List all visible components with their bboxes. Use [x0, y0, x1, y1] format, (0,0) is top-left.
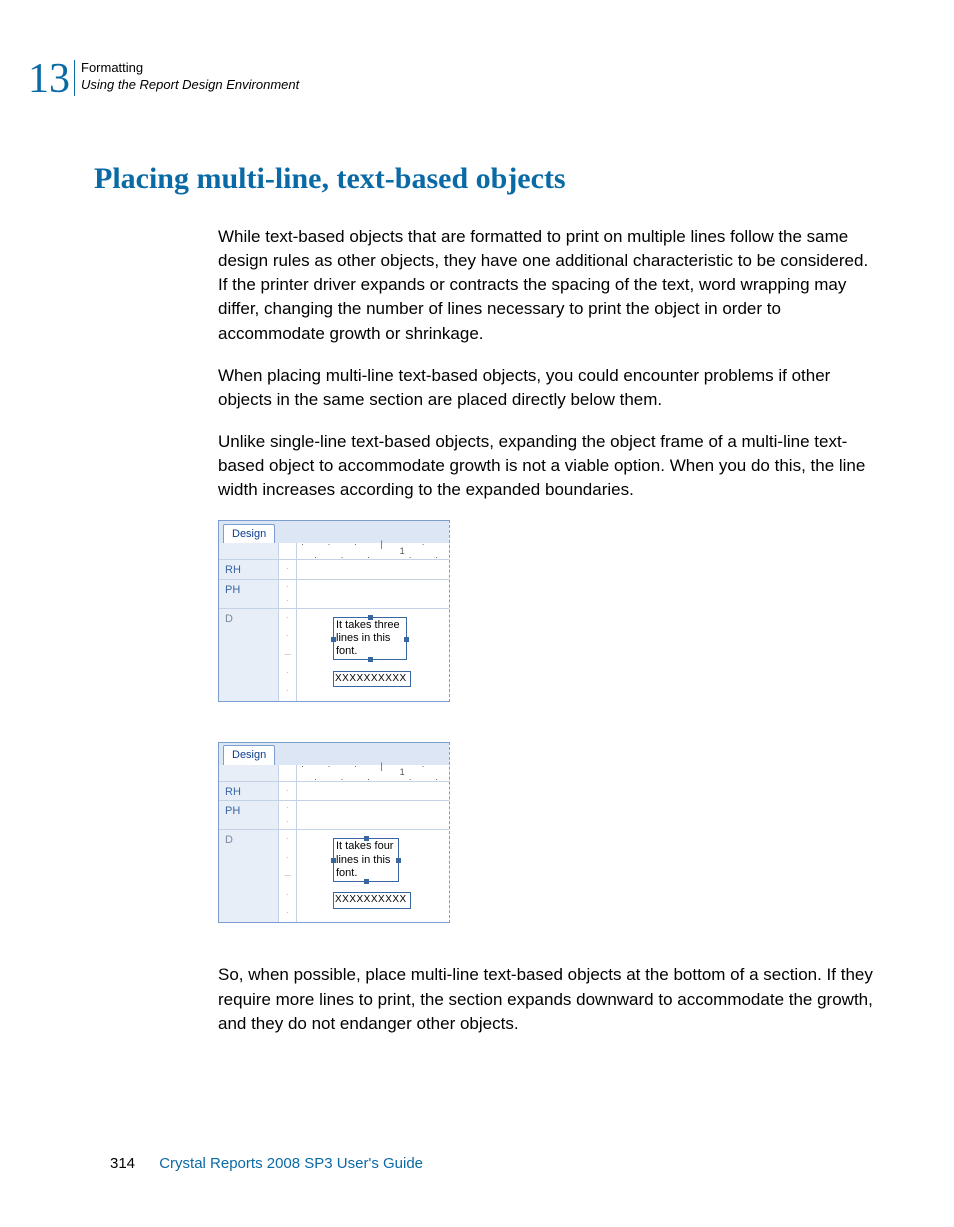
- placeholder-object-1: XXXXXXXXXX: [333, 671, 411, 687]
- section-label-d: D: [219, 609, 279, 701]
- chapter-number: 13: [28, 58, 70, 100]
- header-divider: [74, 60, 75, 96]
- multiline-text-object-1: It takes three lines in this font.: [333, 617, 407, 661]
- header-subcategory: Using the Report Design Environment: [81, 77, 299, 94]
- section-label-ph: PH: [219, 580, 279, 608]
- horizontal-ruler: · · · | · · · 1 · · ·: [219, 543, 449, 559]
- paragraph-4: So, when possible, place multi-line text…: [218, 963, 880, 1035]
- multiline-text-object-2: It takes four lines in this font.: [333, 838, 399, 882]
- section-ph: PH --: [219, 800, 449, 829]
- design-panel-2: Design · · · | · · · 1 · · · RH - PH -- …: [218, 742, 450, 924]
- footer-title: Crystal Reports 2008 SP3 User's Guide: [159, 1155, 423, 1172]
- section-label-ph: PH: [219, 801, 279, 829]
- section-rh: RH -: [219, 559, 449, 579]
- paragraph-3: Unlike single-line text-based objects, e…: [218, 430, 880, 502]
- section-ph: PH --: [219, 579, 449, 608]
- body-content: While text-based objects that are format…: [218, 225, 880, 1054]
- header-category: Formatting: [81, 60, 299, 77]
- page-header: 13 Formatting Using the Report Design En…: [28, 58, 299, 100]
- paragraph-2: When placing multi-line text-based objec…: [218, 364, 880, 412]
- section-d: D --—-- It takes three lines in this fon…: [219, 608, 449, 701]
- design-examples: Design · · · | · · · 1 · · · RH - PH -- …: [218, 520, 880, 923]
- section-rh: RH -: [219, 781, 449, 801]
- design-panel-1: Design · · · | · · · 1 · · · RH - PH -- …: [218, 520, 450, 702]
- design-tab: Design: [223, 524, 275, 544]
- section-heading: Placing multi-line, text-based objects: [94, 162, 566, 196]
- section-label-rh: RH: [219, 782, 279, 801]
- section-label-rh: RH: [219, 560, 279, 579]
- page-number: 314: [110, 1155, 135, 1172]
- horizontal-ruler: · · · | · · · 1 · · ·: [219, 765, 449, 781]
- section-label-d: D: [219, 830, 279, 922]
- page-footer: 314 Crystal Reports 2008 SP3 User's Guid…: [110, 1155, 423, 1172]
- header-text-block: Formatting Using the Report Design Envir…: [81, 58, 299, 94]
- paragraph-1: While text-based objects that are format…: [218, 225, 880, 346]
- section-d: D --—-- It takes four lines in this font…: [219, 829, 449, 922]
- design-tab: Design: [223, 745, 275, 765]
- placeholder-object-2: XXXXXXXXXX: [333, 892, 411, 908]
